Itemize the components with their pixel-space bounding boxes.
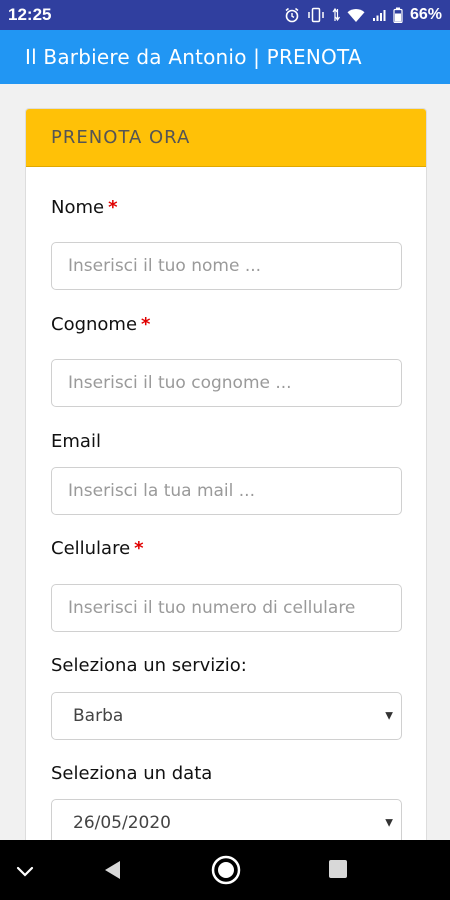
email-placeholder: Inserisci la tua mail ... bbox=[68, 481, 255, 501]
back-icon[interactable] bbox=[98, 855, 126, 885]
cellulare-label: Cellulare * bbox=[51, 538, 144, 559]
nome-label: Nome * bbox=[51, 197, 118, 218]
cellulare-input[interactable]: Inserisci il tuo numero di cellulare bbox=[51, 584, 402, 632]
status-time: 12:25 bbox=[8, 5, 52, 24]
cognome-label: Cognome * bbox=[51, 314, 150, 335]
nome-label-text: Nome bbox=[51, 197, 105, 218]
card-header: PRENOTA ORA bbox=[26, 109, 426, 167]
app-bar: Il Barbiere da Antonio | PRENOTA bbox=[0, 30, 450, 84]
email-input[interactable]: Inserisci la tua mail ... bbox=[51, 467, 402, 515]
data-arrows-icon bbox=[332, 7, 340, 22]
servizio-label-text: Seleziona un servizio: bbox=[51, 655, 247, 676]
signal-icon bbox=[372, 10, 386, 21]
servizio-label: Seleziona un servizio: bbox=[51, 655, 247, 676]
booking-form-card: PRENOTA ORA Nome * Inserisci il tuo nome … bbox=[25, 108, 427, 848]
email-label-text: Email bbox=[51, 431, 101, 452]
cellulare-placeholder: Inserisci il tuo numero di cellulare bbox=[68, 598, 356, 618]
home-icon[interactable] bbox=[209, 853, 243, 887]
battery-icon bbox=[393, 7, 403, 23]
recents-icon[interactable] bbox=[325, 856, 351, 882]
status-icons: 66% bbox=[284, 6, 442, 24]
dropdown-arrow-icon: ▼ bbox=[385, 817, 393, 829]
servizio-value: Barba bbox=[73, 706, 124, 726]
card-title: PRENOTA ORA bbox=[51, 127, 191, 148]
required-marker: * bbox=[108, 197, 118, 218]
system-nav-bar bbox=[0, 840, 450, 900]
alarm-icon bbox=[285, 7, 299, 23]
battery-percent: 66% bbox=[409, 6, 442, 23]
cognome-input[interactable]: Inserisci il tuo cognome ... bbox=[51, 359, 402, 407]
cognome-label-text: Cognome bbox=[51, 314, 138, 335]
cognome-placeholder: Inserisci il tuo cognome ... bbox=[68, 373, 292, 393]
email-label: Email bbox=[51, 431, 101, 452]
dropdown-arrow-icon: ▼ bbox=[385, 710, 393, 722]
nome-input[interactable]: Inserisci il tuo nome ... bbox=[51, 242, 402, 290]
data-label-text: Seleziona un data bbox=[51, 763, 213, 784]
chevron-down-icon[interactable] bbox=[12, 858, 38, 884]
nome-placeholder: Inserisci il tuo nome ... bbox=[68, 256, 262, 276]
cellulare-label-text: Cellulare bbox=[51, 538, 131, 559]
app-title: Il Barbiere da Antonio | PRENOTA bbox=[25, 45, 362, 69]
vibrate-icon bbox=[308, 7, 324, 23]
servizio-select[interactable]: Barba ▼ bbox=[51, 692, 402, 740]
required-marker: * bbox=[134, 538, 144, 559]
data-label: Seleziona un data bbox=[51, 763, 212, 784]
wifi-icon bbox=[347, 8, 365, 22]
required-marker: * bbox=[141, 314, 151, 335]
status-bar: 12:25 66% bbox=[0, 0, 450, 30]
data-value: 26/05/2020 bbox=[73, 813, 171, 833]
